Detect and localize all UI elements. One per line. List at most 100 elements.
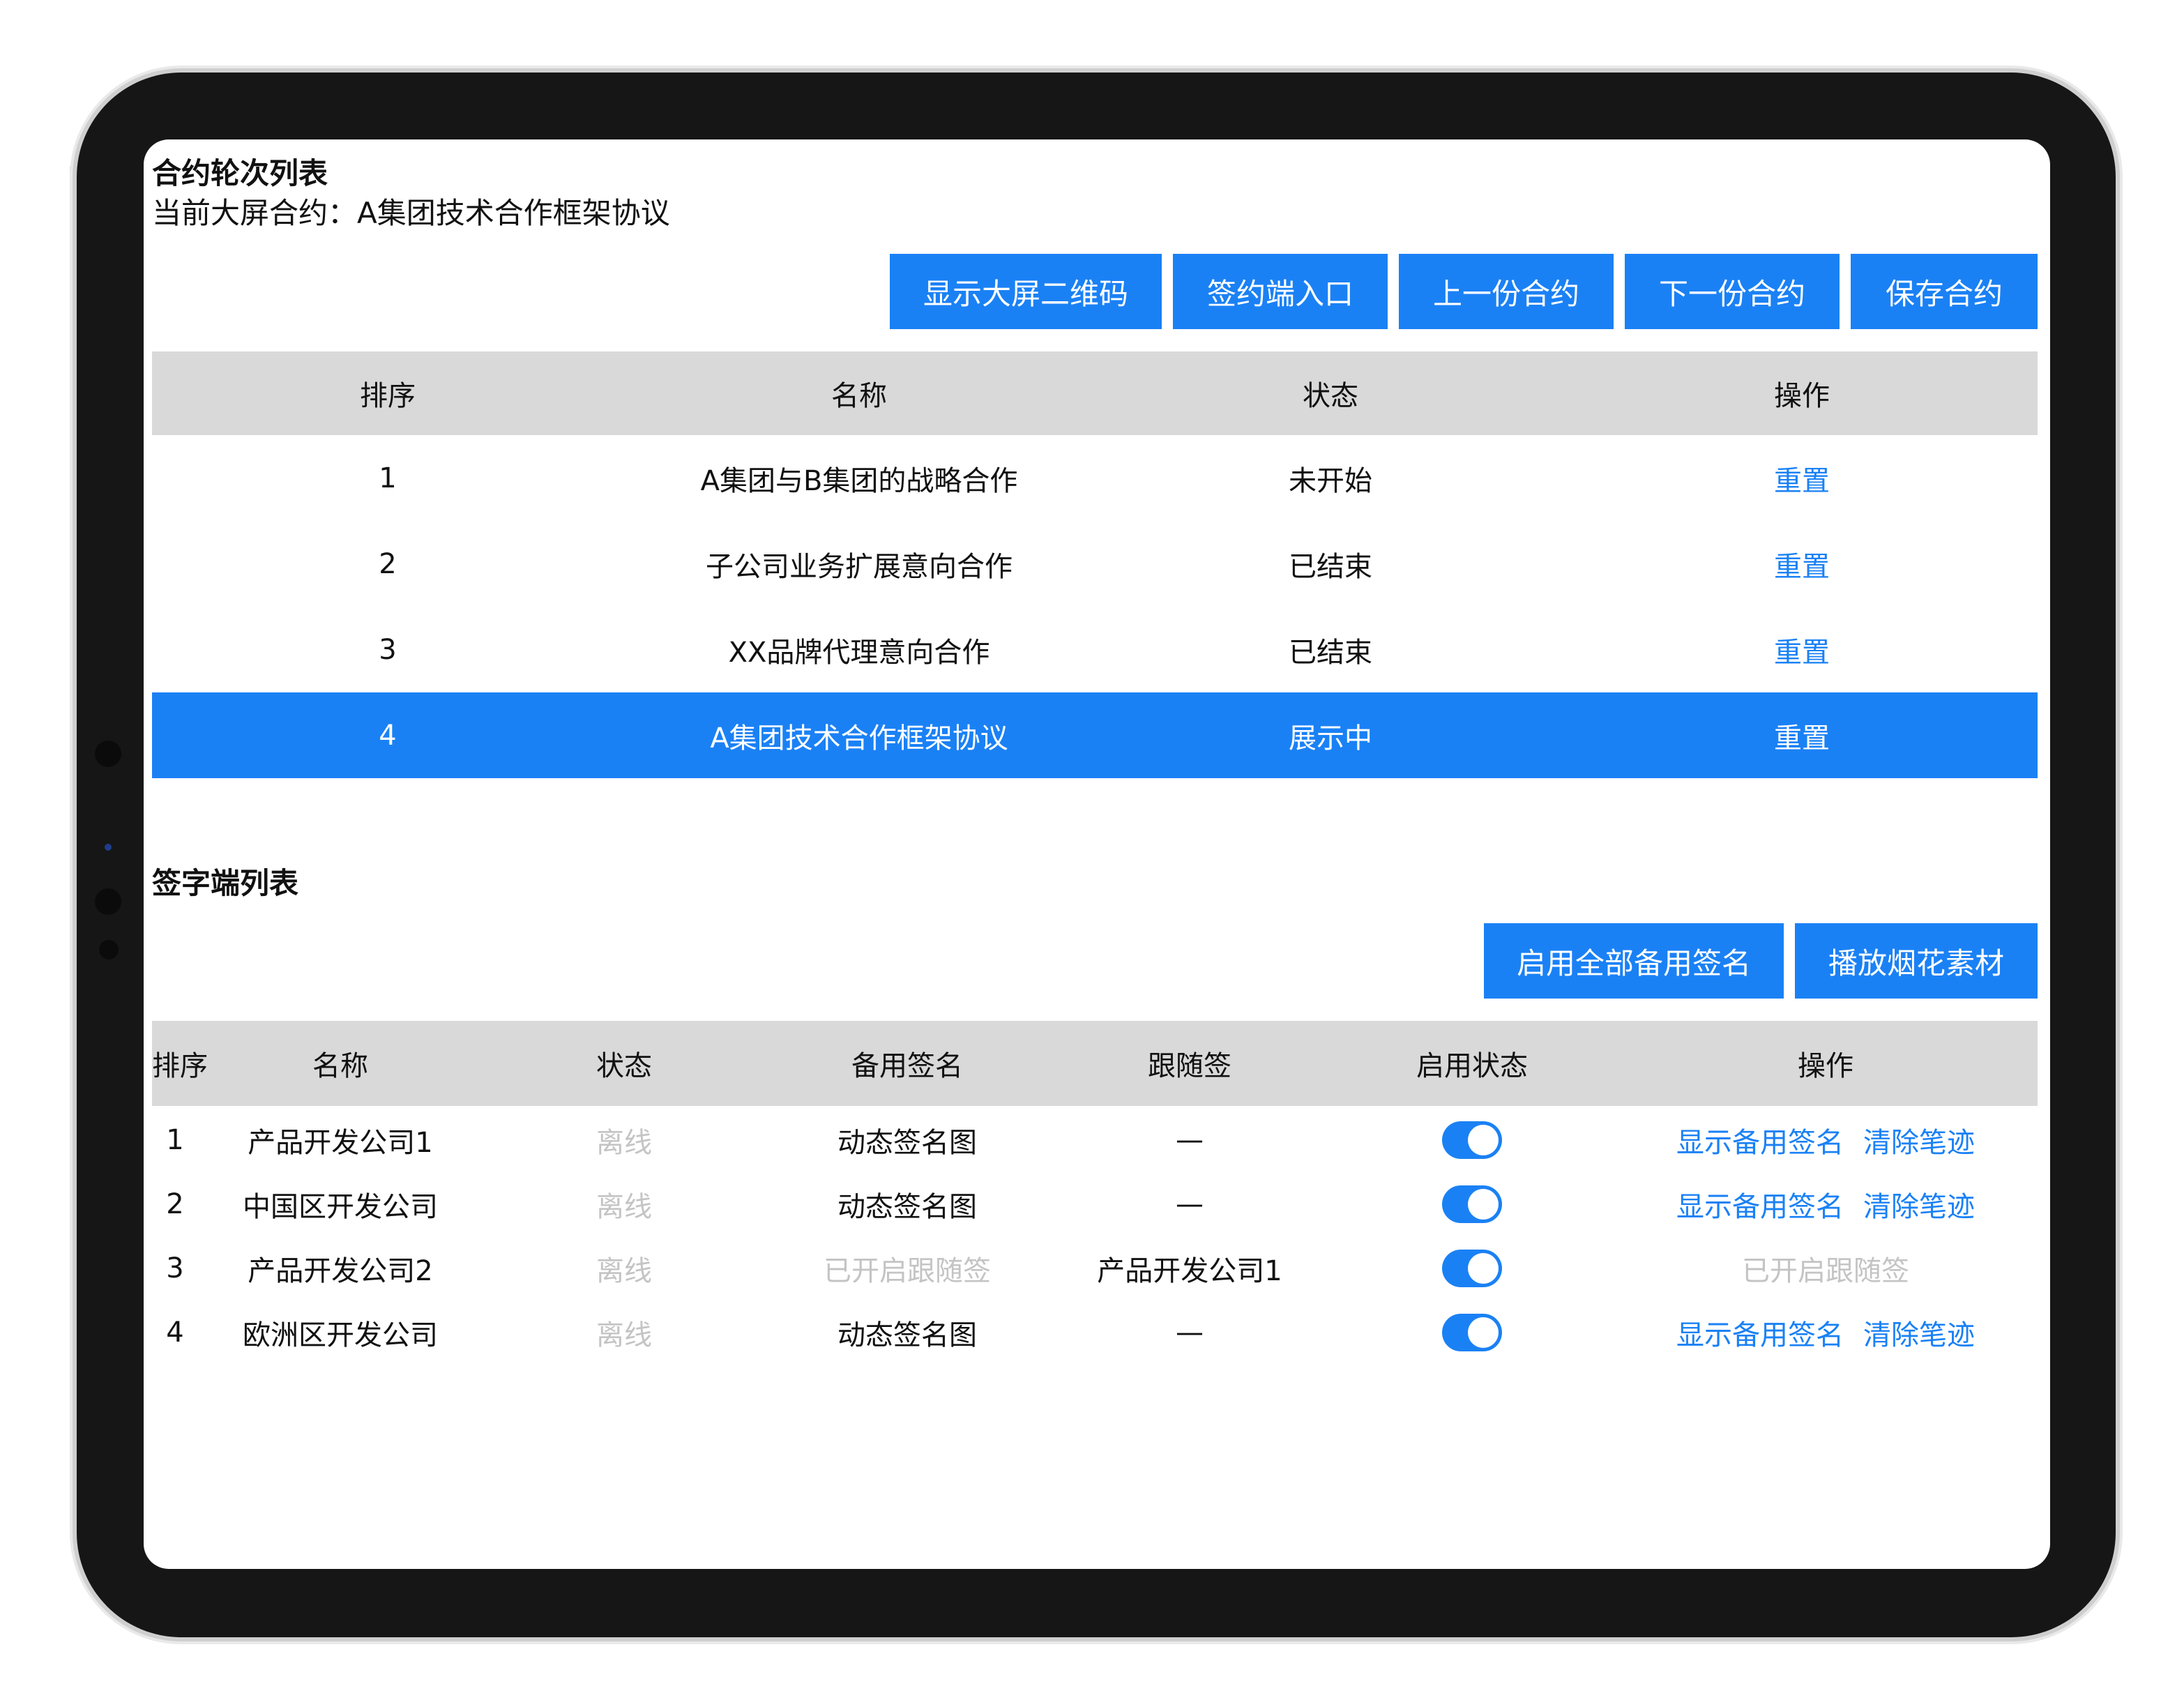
row-backup-signature: 动态签名图 <box>837 1319 977 1351</box>
show-qrcode-button[interactable]: 显示大屏二维码 <box>890 254 1162 329</box>
row-action-cell: 显示备用签名 清除笔迹 <box>1614 1312 2038 1353</box>
row-backup-signature: 已开启跟随签 <box>824 1255 991 1287</box>
header-status: 状态 <box>1303 380 1358 412</box>
toggle-knob <box>1468 1253 1499 1284</box>
row-order: 1 <box>166 1124 184 1156</box>
row-status: 离线 <box>596 1191 652 1223</box>
enabled-toggle[interactable] <box>1442 1121 1502 1159</box>
clear-strokes-link[interactable]: 清除笔迹 <box>1863 1184 1975 1224</box>
row-order: 3 <box>379 633 397 666</box>
show-backup-signature-link[interactable]: 显示备用签名 <box>1676 1184 1844 1224</box>
section-title-signers: 签字端列表 <box>152 866 299 900</box>
current-contract-label: 当前大屏合约：A集团技术合作框架协议 <box>152 196 670 230</box>
next-contract-button[interactable]: 下一份合约 <box>1625 254 1840 329</box>
clear-strokes-link[interactable]: 清除笔迹 <box>1863 1312 1975 1353</box>
reset-link[interactable]: 重置 <box>1774 637 1830 669</box>
row-name: A集团与B集团的战略合作 <box>700 464 1018 497</box>
follow-enabled-label: 已开启跟随签 <box>1742 1255 1909 1287</box>
toggle-knob <box>1468 1189 1499 1220</box>
header-order: 排序 <box>152 1050 208 1082</box>
header-action: 操作 <box>1774 380 1830 412</box>
row-name: 中国区开发公司 <box>243 1191 438 1223</box>
row-action-cell: 重置 <box>1566 715 2038 756</box>
row-order: 4 <box>379 719 397 752</box>
row-action-cell: 重置 <box>1566 630 2038 670</box>
table-row-active[interactable]: 4 A集团技术合作框架协议 展示中 重置 <box>152 692 2038 778</box>
header-action-label: 操作 <box>1798 1050 1853 1082</box>
show-backup-signature-link[interactable]: 显示备用签名 <box>1676 1120 1844 1160</box>
power-button <box>70 165 77 254</box>
contract-table: 排序 名称 状态 操作 1 A集团与B集团的战略合作 未开始 重置 2 子公司业… <box>152 351 2038 778</box>
row-backup-signature: 动态签名图 <box>837 1191 977 1223</box>
row-action-cell: 重置 <box>1566 458 2038 499</box>
header-name: 名称 <box>312 1050 368 1082</box>
table-header: 排序 名称 状态 操作 <box>152 351 2038 435</box>
row-enabled-cell <box>1330 1250 1614 1287</box>
header-enabled: 启用状态 <box>1416 1050 1528 1082</box>
table-row[interactable]: 1 A集团与B集团的战略合作 未开始 重置 <box>152 435 2038 521</box>
enabled-toggle[interactable] <box>1442 1185 1502 1223</box>
prev-contract-button[interactable]: 上一份合约 <box>1399 254 1614 329</box>
row-enabled-cell <box>1330 1314 1614 1351</box>
camera-icon <box>95 888 121 915</box>
row-name: XX品牌代理意向合作 <box>728 636 990 669</box>
row-order: 1 <box>379 462 397 494</box>
volume-button <box>305 66 381 73</box>
signer-entry-button[interactable]: 签约端入口 <box>1173 254 1388 329</box>
reset-link[interactable]: 重置 <box>1774 551 1830 583</box>
app-screen: 合约轮次列表 当前大屏合约：A集团技术合作框架协议 显示大屏二维码 签约端入口 … <box>144 139 2050 1569</box>
row-status: 已结束 <box>1289 550 1372 583</box>
enabled-toggle[interactable] <box>1442 1314 1502 1351</box>
row-name: 产品开发公司2 <box>248 1255 433 1287</box>
signer-table: 排序 名称 状态 备用签名 跟随签 启用状态 操作 1 产品开发公司1 离线 动… <box>152 1021 2038 1365</box>
table-row: 3 产品开发公司2 离线 已开启跟随签 产品开发公司1 已开启跟随签 <box>152 1236 2038 1300</box>
row-order: 3 <box>166 1252 184 1284</box>
header-status: 状态 <box>596 1050 652 1082</box>
play-fireworks-button[interactable]: 播放烟花素材 <box>1795 923 2038 999</box>
table-row: 1 产品开发公司1 离线 动态签名图 — 显示备用签名 清除笔迹 <box>152 1108 2038 1172</box>
show-backup-signature-link[interactable]: 显示备用签名 <box>1676 1312 1844 1353</box>
header-order: 排序 <box>360 380 416 412</box>
row-backup-signature: 动态签名图 <box>837 1127 977 1159</box>
header-follow-sign: 跟随签 <box>1148 1050 1231 1082</box>
row-enabled-cell <box>1330 1121 1614 1159</box>
reset-link[interactable]: 重置 <box>1774 722 1830 754</box>
row-follow-sign: — <box>1176 1188 1204 1220</box>
reset-link[interactable]: 重置 <box>1774 465 1830 497</box>
row-action-cell: 显示备用签名 清除笔迹 <box>1614 1184 2038 1224</box>
main-content: 合约轮次列表 当前大屏合约：A集团技术合作框架协议 显示大屏二维码 签约端入口 … <box>152 155 2038 1365</box>
row-follow-sign: — <box>1176 1124 1204 1156</box>
row-status: 展示中 <box>1289 722 1372 754</box>
toggle-knob <box>1468 1317 1499 1348</box>
row-status: 已结束 <box>1289 636 1372 669</box>
row-enabled-cell <box>1330 1185 1614 1223</box>
enable-all-backup-button[interactable]: 启用全部备用签名 <box>1484 923 1784 999</box>
row-follow-sign: — <box>1176 1317 1204 1349</box>
toggle-knob <box>1468 1125 1499 1155</box>
row-action-cell: 已开启跟随签 <box>1614 1248 2038 1289</box>
row-follow-sign: 产品开发公司1 <box>1097 1255 1282 1287</box>
signer-toolbar: 启用全部备用签名 播放烟花素材 <box>152 923 2038 999</box>
table-row: 2 中国区开发公司 离线 动态签名图 — 显示备用签名 清除笔迹 <box>152 1172 2038 1236</box>
camera-icon <box>95 741 121 767</box>
row-order: 2 <box>379 547 397 580</box>
table-row[interactable]: 2 子公司业务扩展意向合作 已结束 重置 <box>152 521 2038 607</box>
header-name: 名称 <box>831 380 887 412</box>
header-backup-signature: 备用签名 <box>851 1050 963 1082</box>
row-order: 4 <box>166 1317 184 1349</box>
enabled-toggle[interactable] <box>1442 1250 1502 1287</box>
row-name: 产品开发公司1 <box>248 1127 433 1159</box>
save-contract-button[interactable]: 保存合约 <box>1851 254 2038 329</box>
row-name: A集团技术合作框架协议 <box>710 722 1008 754</box>
row-action-cell: 显示备用签名 清除笔迹 <box>1614 1120 2038 1160</box>
row-status: 离线 <box>596 1127 652 1159</box>
table-row: 4 欧洲区开发公司 离线 动态签名图 — 显示备用签名 清除笔迹 <box>152 1300 2038 1365</box>
row-name: 子公司业务扩展意向合作 <box>706 550 1013 583</box>
table-header: 排序 名称 状态 备用签名 跟随签 启用状态 操作 <box>152 1021 2038 1106</box>
header-action: 操作 <box>1614 1043 2038 1084</box>
table-row[interactable]: 3 XX品牌代理意向合作 已结束 重置 <box>152 607 2038 692</box>
volume-button <box>218 66 293 73</box>
camera-icon <box>99 940 119 959</box>
section-title-contracts: 合约轮次列表 <box>152 156 328 190</box>
clear-strokes-link[interactable]: 清除笔迹 <box>1863 1120 1975 1160</box>
